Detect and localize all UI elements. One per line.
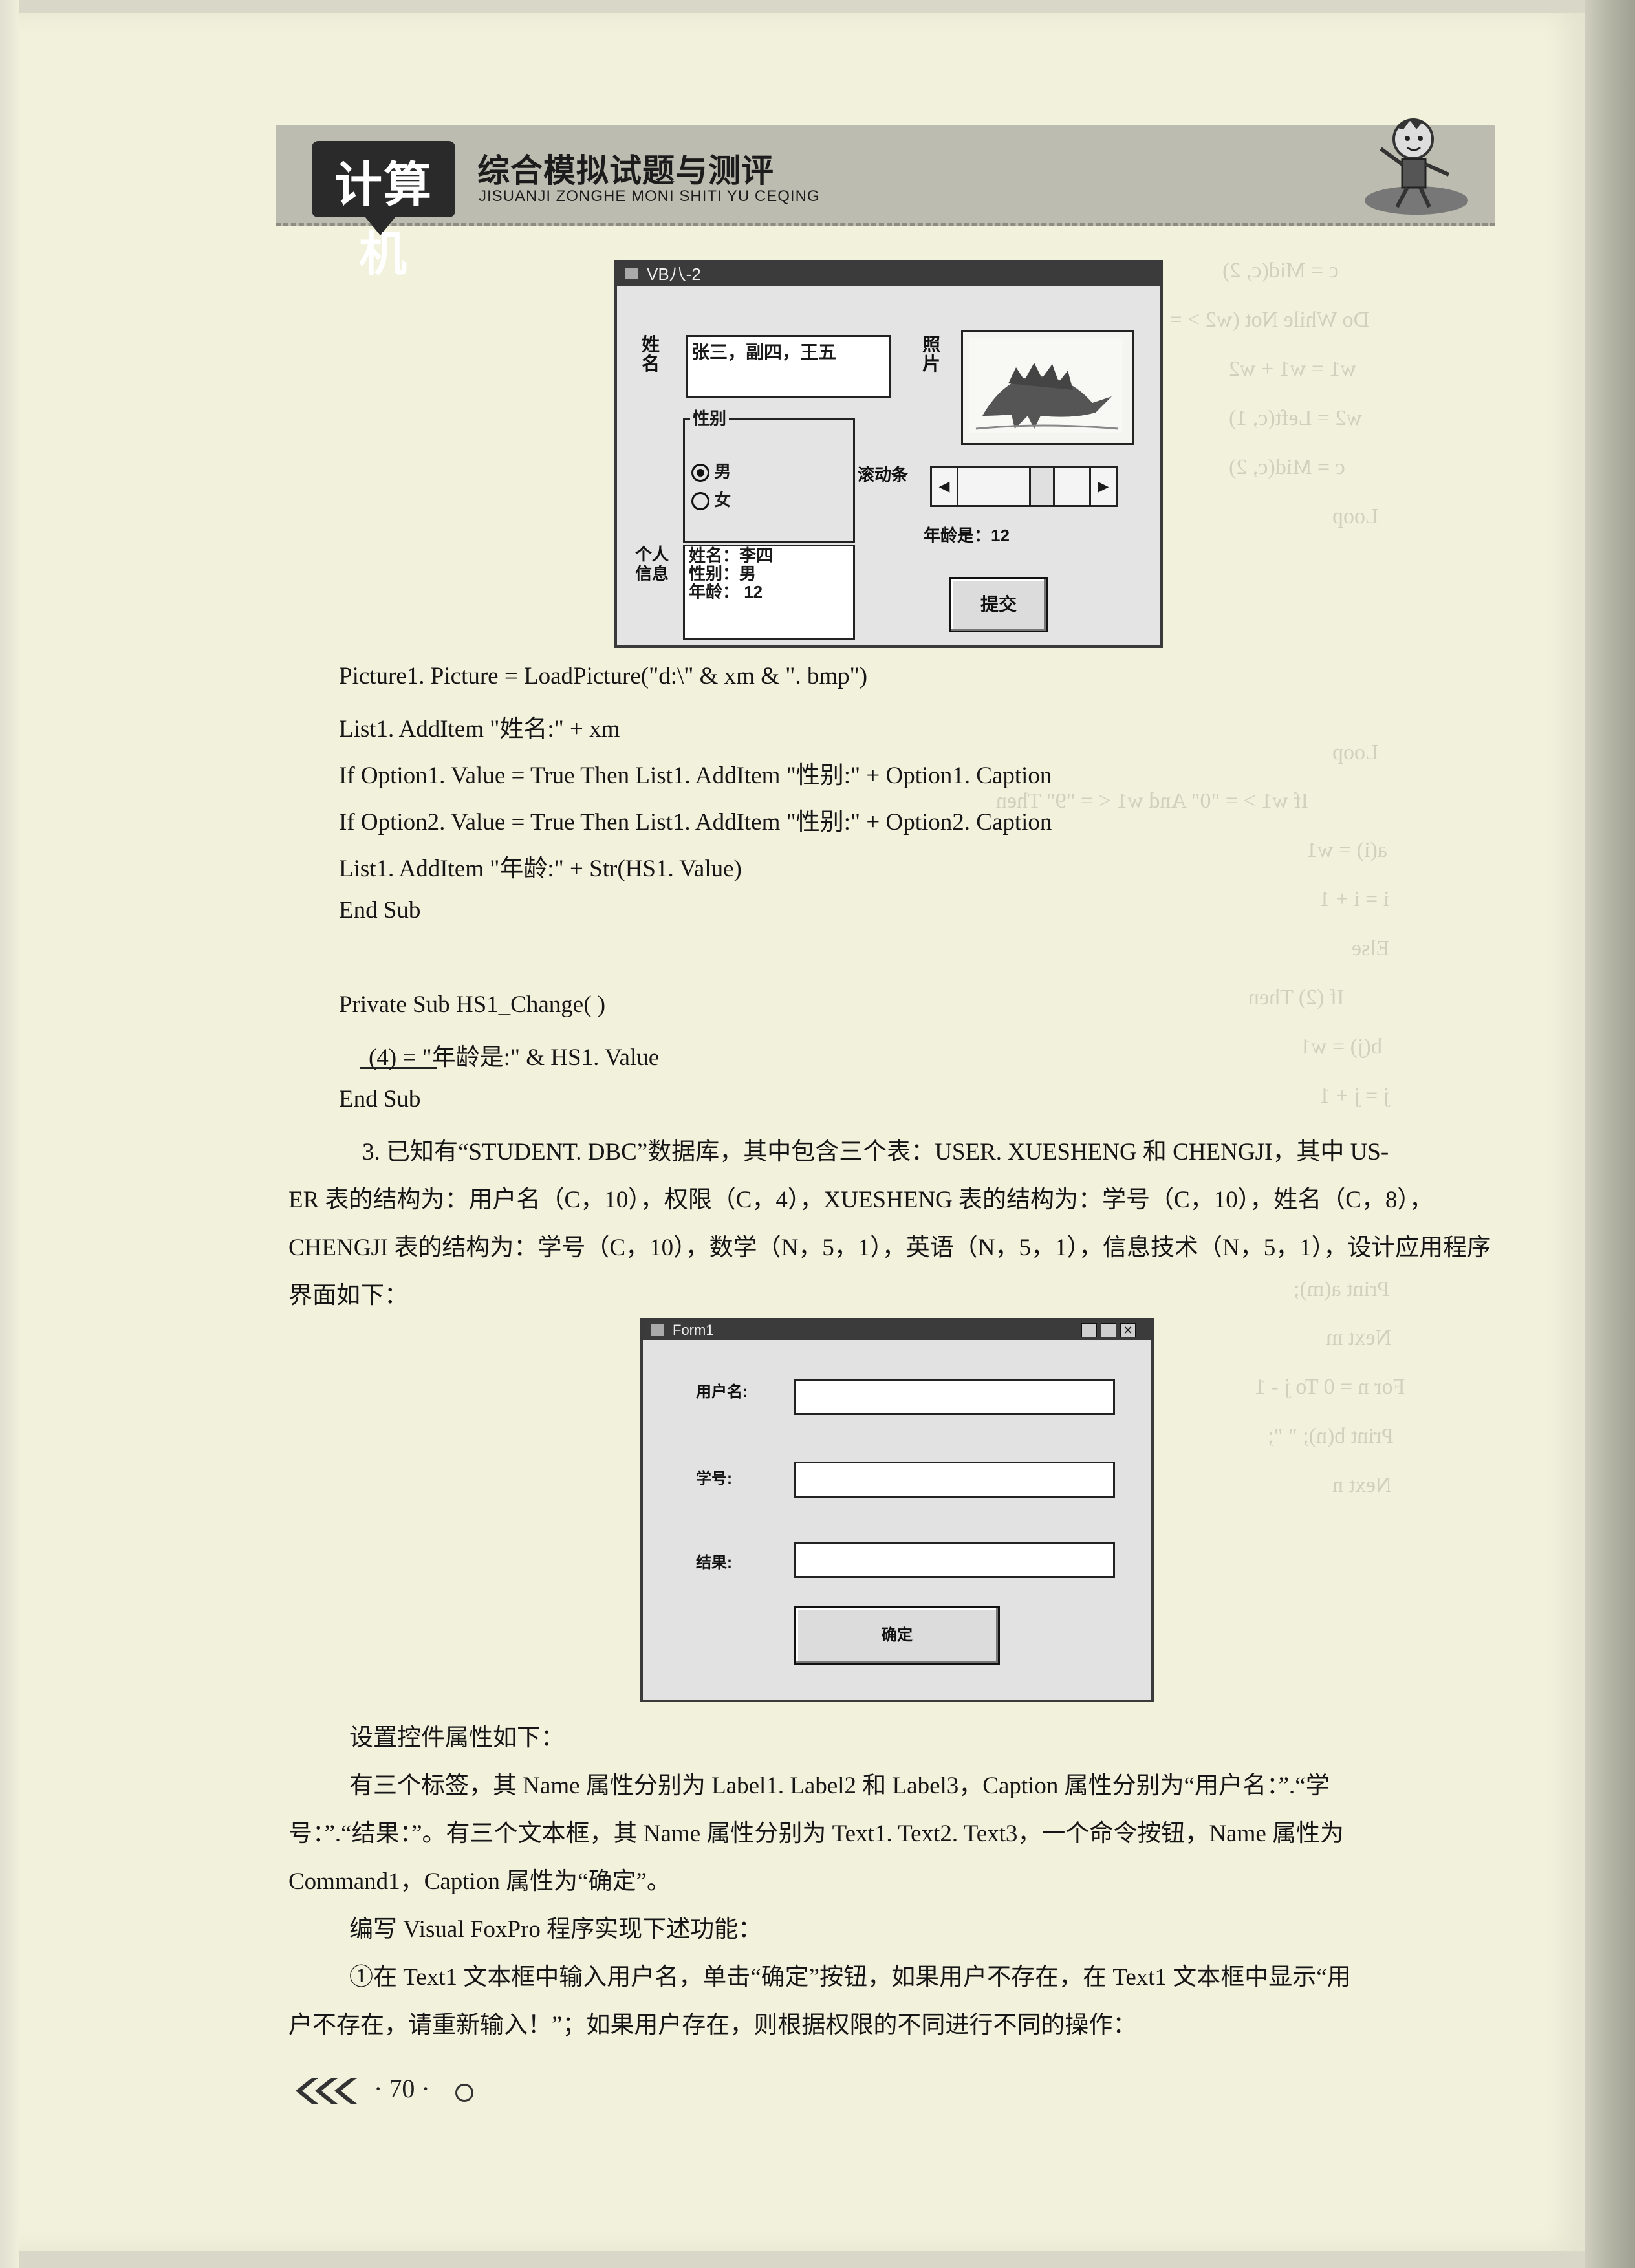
form1-window: Form1 ✕ 用户名: 学号: 结果: 确定 — [640, 1318, 1154, 1702]
vb-form-window: VB八-2 姓名 张三，副四，王五 照片 性别 男 女 滚动条 ◀ ▶ 年龄是：… — [614, 260, 1163, 648]
label-personal-info: 个人信息 — [635, 545, 669, 583]
code-line: List1. AddItem "姓名:" + xm — [339, 716, 620, 742]
option-male-label: 男 — [714, 462, 731, 481]
info-listbox[interactable]: 姓名：李四 性别：男 年龄： 12 — [683, 545, 855, 640]
bleed-through-line: w1 = w1 + w2 — [1229, 357, 1357, 381]
question3-line: ER 表的结构为：用户名（C，10），权限（C，4），XUESHENG 表的结构… — [288, 1187, 1433, 1213]
option-female[interactable]: 女 — [691, 487, 731, 511]
scroll-right-arrow-icon[interactable]: ▶ — [1089, 468, 1116, 505]
window-titlebar: Form1 ✕ — [643, 1321, 1151, 1340]
code-line: Private Sub HS1_Change( ) — [339, 991, 606, 1018]
task-heading: 编写 Visual FoxPro 程序实现下述功能： — [349, 1916, 763, 1943]
submit-button[interactable]: 提交 — [949, 577, 1048, 632]
bleed-through-line: c = Mid(c, 2) — [1222, 259, 1339, 283]
window-icon — [625, 268, 638, 279]
property-line: 号：”.“结果：”。有三个文本框，其 Name 属性分别为 Text1. Tex… — [288, 1820, 1345, 1847]
footer-arrows-icon — [296, 2078, 357, 2104]
book-spine — [1585, 0, 1635, 2268]
result-textbox[interactable] — [794, 1542, 1115, 1578]
label-photo: 照片 — [922, 334, 941, 374]
code-line: List1. AddItem "年龄:" + Str(HS1. Value) — [339, 856, 742, 882]
header-banner — [276, 125, 1495, 226]
question3-line: CHENGJI 表的结构为：学号（C，10），数学（N，5，1），英语（N，5，… — [288, 1235, 1491, 1261]
bleed-through-line: i = i + 1 — [1319, 887, 1390, 911]
list-item[interactable]: 性别：男 — [685, 565, 853, 583]
footer-circle-icon — [455, 2084, 473, 2102]
blank-underline — [360, 1067, 437, 1069]
header-badge-text: 计算机 — [334, 158, 433, 281]
code-line: End Sub — [339, 897, 421, 923]
label-scrollbar: 滚动条 — [858, 465, 909, 484]
question3-line: 界面如下： — [288, 1282, 408, 1309]
age-display-label: 年龄是：12 — [924, 526, 1010, 545]
window-title: Form1 — [673, 1322, 714, 1338]
option-male[interactable]: 男 — [691, 459, 731, 482]
question3-line: 3. 已知有“STUDENT. DBC”数据库，其中包含三个表：USER. XU… — [362, 1139, 1389, 1165]
bleed-through-line: Print b(n); " "; — [1268, 1424, 1394, 1448]
student-id-textbox[interactable] — [794, 1462, 1115, 1498]
bleed-through-line: Else — [1352, 936, 1390, 960]
option-female-label: 女 — [714, 490, 731, 510]
property-heading: 设置控件属性如下： — [349, 1725, 565, 1751]
task-line: 户不存在，请重新输入！”；如果用户存在，则根据权限的不同进行不同的操作： — [288, 2012, 1137, 2038]
scroll-thumb[interactable] — [1029, 468, 1055, 505]
bleed-through-line: Next n — [1332, 1473, 1392, 1497]
book-subtitle: JISUANJI ZONGHE MONI SHITI YU CEQING — [479, 188, 820, 205]
mascot-illustration — [1365, 118, 1468, 215]
bleed-through-line: If (2) Then — [1248, 986, 1345, 1010]
window-icon — [651, 1324, 664, 1336]
page-edge — [0, 0, 19, 2268]
code-line: Picture1. Picture = LoadPicture("d:\" & … — [339, 663, 868, 689]
label-result: 结果: — [696, 1554, 732, 1571]
close-icon[interactable]: ✕ — [1120, 1323, 1136, 1337]
bleed-through-line: Loop — [1332, 740, 1379, 764]
code-line: If Option2. Value = True Then List1. Add… — [339, 809, 1052, 836]
dinosaur-image — [969, 338, 1122, 433]
bleed-through-line: Print a(m); — [1294, 1277, 1390, 1301]
scroll-left-arrow-icon[interactable]: ◀ — [932, 468, 958, 505]
label-student-id: 学号: — [696, 1470, 732, 1487]
bleed-through-line: Loop — [1332, 504, 1379, 528]
ok-button[interactable]: 确定 — [794, 1606, 1000, 1665]
maximize-icon[interactable] — [1101, 1323, 1116, 1337]
label-username: 用户名: — [696, 1383, 748, 1401]
task-line: ①在 Text1 文本框中输入用户名，单击“确定”按钮，如果用户不存在，在 Te… — [349, 1964, 1351, 1991]
names-textbox-value: 张三，副四，王五 — [691, 342, 837, 362]
radio-empty-icon — [691, 492, 709, 511]
bleed-through-line: Next m — [1326, 1326, 1392, 1350]
names-textbox[interactable]: 张三，副四，王五 — [686, 335, 891, 398]
window-title: VB八-2 — [647, 265, 701, 284]
code-line: End Sub — [339, 1086, 421, 1112]
age-hscrollbar[interactable]: ◀ ▶ — [930, 466, 1118, 507]
gender-frame-title: 性别 — [690, 405, 730, 429]
username-textbox[interactable] — [794, 1379, 1115, 1415]
label-name: 姓名 — [642, 334, 660, 374]
bleed-through-line: b(j) = w1 — [1300, 1035, 1382, 1059]
code-line: If Option1. Value = True Then List1. Add… — [339, 762, 1052, 789]
bleed-through-line: c = Mid(c, 2) — [1229, 455, 1345, 479]
bleed-through-line: w2 = Left(c, 1) — [1229, 406, 1363, 430]
gender-frame: 性别 男 女 — [683, 405, 855, 543]
photo-picturebox — [961, 330, 1134, 445]
property-line: 有三个标签，其 Name 属性分别为 Label1. Label2 和 Labe… — [349, 1773, 1330, 1799]
window-titlebar: VB八-2 — [617, 263, 1160, 286]
radio-selected-icon — [691, 464, 709, 482]
list-item[interactable]: 年龄： 12 — [685, 583, 853, 601]
list-item[interactable]: 姓名：李四 — [685, 546, 853, 565]
book-title: 综合模拟试题与测评 — [477, 153, 774, 189]
page-number: · 70 · — [374, 2074, 430, 2103]
minimize-icon[interactable] — [1081, 1323, 1097, 1337]
bleed-through-line: a(i) = w1 — [1306, 838, 1387, 862]
bleed-through-line: j = j + 1 — [1319, 1084, 1390, 1108]
property-line: Command1，Caption 属性为“确定”。 — [288, 1868, 671, 1895]
bleed-through-line: For n = 0 To j - 1 — [1255, 1375, 1405, 1399]
